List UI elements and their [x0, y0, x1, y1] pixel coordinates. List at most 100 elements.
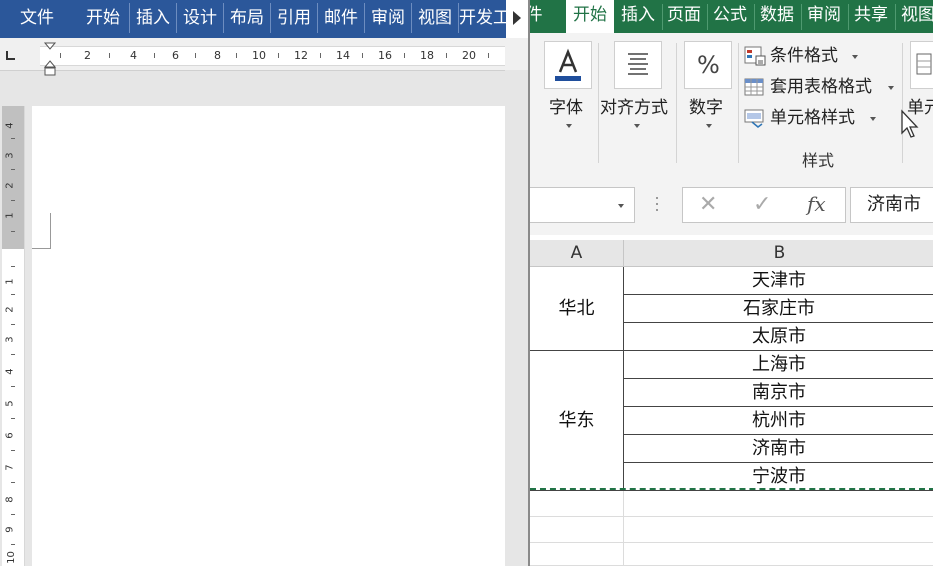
ruler-tick [488, 53, 489, 58]
empty-cell[interactable] [530, 543, 624, 566]
ruler-number: 16 [378, 49, 392, 62]
number-format-button[interactable]: % [684, 41, 732, 89]
ruler-number: 7 [4, 464, 16, 471]
font-button[interactable] [544, 41, 592, 89]
ruler-number: 3 [4, 152, 16, 159]
ruler-tick [195, 53, 196, 58]
chevron-right-icon [513, 11, 521, 25]
cell-styles-label: 单元格样式 [770, 108, 855, 128]
ruler-number: 4 [130, 49, 137, 62]
ruler-number: 4 [4, 122, 16, 129]
alignment-group-label: 对齐方式 [600, 98, 668, 118]
ruler-tick [11, 231, 15, 232]
column-header-a[interactable]: A [530, 240, 624, 266]
mouse-pointer-icon [901, 109, 919, 138]
tab-stop-selector-icon[interactable] [5, 49, 17, 61]
format-as-table-button[interactable]: 套用表格格式 [744, 74, 894, 100]
cell-styles-button[interactable]: 单元格样式 [744, 105, 894, 131]
excel-window: 件 开始 插入 页面 公式 数据 审阅 共享 视图 字体 [528, 0, 933, 566]
word-tab-design[interactable]: 设计 [177, 0, 223, 38]
ruler-number: 14 [336, 49, 350, 62]
word-tab-mailings[interactable]: 邮件 [318, 0, 364, 38]
ruler-number: 5 [4, 400, 16, 407]
ruler-tick [404, 53, 405, 58]
merged-region-cell[interactable]: 华北 [530, 267, 624, 351]
word-tab-home[interactable]: 开始 [80, 0, 126, 38]
worksheet-grid[interactable]: 华北 天津市 石家庄市 太原市 华东 上海市 南京市 杭州市 济南市 宁波市 [530, 267, 933, 566]
vertical-ruler-scale: 4 3 2 1 1 2 3 4 5 6 7 8 9 10 [2, 106, 24, 566]
excel-tab-share[interactable]: 共享 [849, 0, 893, 33]
name-box[interactable] [530, 187, 635, 223]
vertical-scrollbar[interactable] [505, 70, 528, 566]
city-cell[interactable]: 杭州市 [624, 407, 933, 435]
insert-function-icon[interactable]: fx [807, 192, 826, 216]
excel-tab-formulas[interactable]: 公式 [708, 0, 752, 33]
ruler-number: 12 [294, 49, 308, 62]
column-header-b[interactable]: B [624, 240, 933, 266]
excel-tab-home[interactable]: 开始 [566, 0, 614, 33]
empty-cell[interactable] [624, 491, 933, 517]
indent-marker-icon[interactable] [44, 42, 56, 76]
ruler-tick [11, 294, 15, 295]
city-cell[interactable]: 石家庄市 [624, 295, 933, 323]
ruler-number: 10 [252, 49, 266, 62]
tab-scroll-right-button[interactable] [506, 0, 528, 38]
cells-insert-button[interactable] [910, 41, 933, 89]
excel-tab-file[interactable]: 件 [530, 0, 544, 33]
city-cell[interactable]: 上海市 [624, 351, 933, 379]
ruler-number: 3 [4, 336, 16, 343]
ruler-tick [109, 53, 110, 58]
chevron-down-icon [618, 204, 624, 208]
conditional-formatting-button[interactable]: 条件格式 [744, 43, 894, 69]
ruler-number: 2 [4, 306, 16, 313]
word-tab-view[interactable]: 视图 [412, 0, 458, 38]
alignment-button[interactable] [614, 41, 662, 89]
ruler-tick [60, 53, 61, 58]
ruler-tick [362, 53, 363, 58]
formula-input[interactable]: 济南市 [850, 187, 933, 223]
page-margin-corner [32, 213, 51, 249]
ruler-number: 1 [4, 212, 16, 219]
ruler-number: 6 [172, 49, 179, 62]
excel-ribbon-tabs: 件 开始 插入 页面 公式 数据 审阅 共享 视图 [530, 0, 933, 33]
document-page[interactable] [32, 106, 505, 566]
ruler-tick [11, 354, 15, 355]
excel-tab-view[interactable]: 视图 [896, 0, 933, 33]
ruler-tick [11, 450, 15, 451]
column-headers: A B [530, 240, 933, 267]
word-tab-developer[interactable]: 开发工 [459, 0, 507, 38]
excel-tab-insert[interactable]: 插入 [616, 0, 660, 33]
word-tab-file[interactable]: 文件 [6, 0, 68, 38]
align-lines-icon [628, 53, 648, 75]
word-tab-layout[interactable]: 布局 [224, 0, 270, 38]
cell-styles-icon [744, 109, 764, 128]
ruler-tick [11, 544, 15, 545]
cancel-icon[interactable]: ✕ [699, 192, 717, 217]
number-dropdown-caret [706, 124, 712, 128]
copy-selection-marquee [530, 488, 933, 490]
empty-cell[interactable] [624, 517, 933, 543]
word-tab-review[interactable]: 审阅 [365, 0, 411, 38]
excel-tab-data[interactable]: 数据 [755, 0, 799, 33]
empty-cell[interactable] [624, 543, 933, 566]
empty-cell[interactable] [530, 491, 624, 517]
word-tab-insert[interactable]: 插入 [130, 0, 176, 38]
city-cell[interactable]: 南京市 [624, 379, 933, 407]
ruler-tick [320, 53, 321, 58]
city-cell[interactable]: 天津市 [624, 267, 933, 295]
enter-icon[interactable]: ✓ [753, 192, 771, 217]
ruler-tick [11, 418, 15, 419]
city-cell[interactable]: 宁波市 [624, 463, 933, 491]
excel-tab-review[interactable]: 审阅 [802, 0, 846, 33]
empty-cell[interactable] [530, 517, 624, 543]
ruler-number: 2 [84, 49, 91, 62]
formula-bar-grip[interactable] [656, 195, 660, 215]
city-cell[interactable]: 太原市 [624, 323, 933, 351]
ruler-number: 18 [420, 49, 434, 62]
percent-icon: % [697, 51, 720, 79]
group-divider [598, 43, 599, 163]
city-cell[interactable]: 济南市 [624, 435, 933, 463]
excel-tab-page-layout[interactable]: 页面 [663, 0, 705, 33]
word-tab-references[interactable]: 引用 [271, 0, 317, 38]
merged-region-cell[interactable]: 华东 [530, 351, 624, 491]
